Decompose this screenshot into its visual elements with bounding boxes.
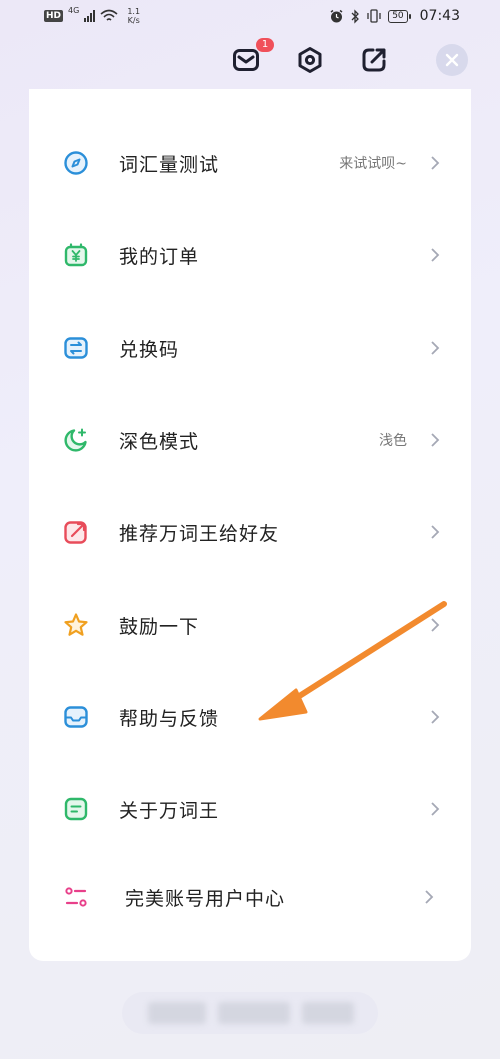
- status-right: 50 07:43: [329, 8, 460, 24]
- bottom-banner[interactable]: [122, 992, 378, 1034]
- close-button[interactable]: [434, 42, 470, 78]
- moon-icon: [63, 427, 89, 453]
- mail-icon: [233, 49, 259, 71]
- close-circle: [436, 44, 468, 76]
- menu-item-label: 词汇量测试: [119, 153, 220, 176]
- chevron-right-icon: [431, 248, 440, 262]
- menu-item-label: 帮助与反馈: [119, 707, 220, 730]
- chevron-right-icon: [425, 890, 434, 904]
- menu-item-label: 我的订单: [119, 245, 200, 268]
- speed-value: 1.1: [127, 7, 141, 16]
- account-sliders-icon: [63, 884, 89, 910]
- edit-share-icon: [362, 48, 386, 72]
- messages-button[interactable]: 1: [228, 38, 274, 78]
- target-icon: [63, 150, 89, 176]
- menu-item-my-orders[interactable]: 我的订单: [29, 225, 471, 285]
- menu-item-redeem-code[interactable]: 兑换码: [29, 318, 471, 378]
- share-button[interactable]: [356, 42, 392, 78]
- network-speed: 1.1 K/s: [127, 7, 140, 25]
- signal-icon: [84, 10, 96, 22]
- menu-item-rate-us[interactable]: 鼓励一下: [29, 595, 471, 655]
- wifi-icon: [100, 9, 118, 21]
- menu-item-label: 鼓励一下: [119, 615, 200, 638]
- vibrate-icon: [367, 9, 381, 23]
- yuan-bag-icon: [63, 242, 89, 268]
- menu-item-dark-mode[interactable]: 深色模式 浅色: [29, 410, 471, 470]
- menu-item-vocabulary-test[interactable]: 词汇量测试 来试试呗~: [29, 133, 471, 193]
- menu-item-account-center[interactable]: 完美账号用户中心: [29, 867, 471, 927]
- settings-icon: [298, 47, 322, 73]
- status-left: HD 4G 1.1 K/s: [44, 6, 140, 25]
- chevron-right-icon: [431, 341, 440, 355]
- alarm-icon: [330, 9, 343, 22]
- menu-item-label: 推荐万词王给好友: [119, 522, 280, 545]
- exchange-icon: [63, 335, 89, 361]
- battery-icon: 50: [388, 9, 412, 23]
- document-icon: [63, 796, 89, 822]
- bluetooth-icon: [351, 8, 360, 24]
- menu-item-help-feedback[interactable]: 帮助与反馈: [29, 687, 471, 747]
- status-bar: HD 4G 1.1 K/s 50 07:43: [0, 0, 500, 34]
- share-icon: [63, 519, 89, 545]
- menu-item-label: 完美账号用户中心: [125, 887, 286, 910]
- menu-item-label: 深色模式: [119, 430, 200, 453]
- chevron-right-icon: [431, 525, 440, 539]
- chevron-right-icon: [431, 618, 440, 632]
- blurred-content: [148, 1002, 206, 1024]
- speed-unit: K/s: [127, 16, 140, 25]
- chevron-right-icon: [431, 710, 440, 724]
- settings-button[interactable]: [292, 42, 328, 78]
- menu-card: 词汇量测试 来试试呗~ 我的订单 兑换码 深色模式 浅色 推荐万词王给好友 鼓励…: [29, 89, 471, 961]
- blurred-content: [302, 1002, 354, 1024]
- clock: 07:43: [419, 8, 460, 24]
- hd-indicator: HD: [44, 10, 64, 22]
- chevron-right-icon: [431, 802, 440, 816]
- chevron-right-icon: [431, 156, 440, 170]
- menu-item-hint: 来试试呗~: [339, 156, 407, 172]
- menu-item-about[interactable]: 关于万词王: [29, 779, 471, 839]
- chevron-right-icon: [431, 433, 440, 447]
- close-icon: [445, 53, 459, 67]
- menu-item-label: 兑换码: [119, 338, 180, 361]
- inbox-icon: [63, 704, 89, 730]
- menu-item-hint: 浅色: [379, 433, 407, 449]
- star-icon: [63, 612, 89, 638]
- menu-item-recommend[interactable]: 推荐万词王给好友: [29, 502, 471, 562]
- blurred-content: [218, 1002, 290, 1024]
- network-type: 4G: [68, 6, 80, 15]
- message-badge: 1: [256, 38, 274, 52]
- menu-item-label: 关于万词王: [119, 799, 220, 822]
- header-actions: 1: [0, 38, 500, 82]
